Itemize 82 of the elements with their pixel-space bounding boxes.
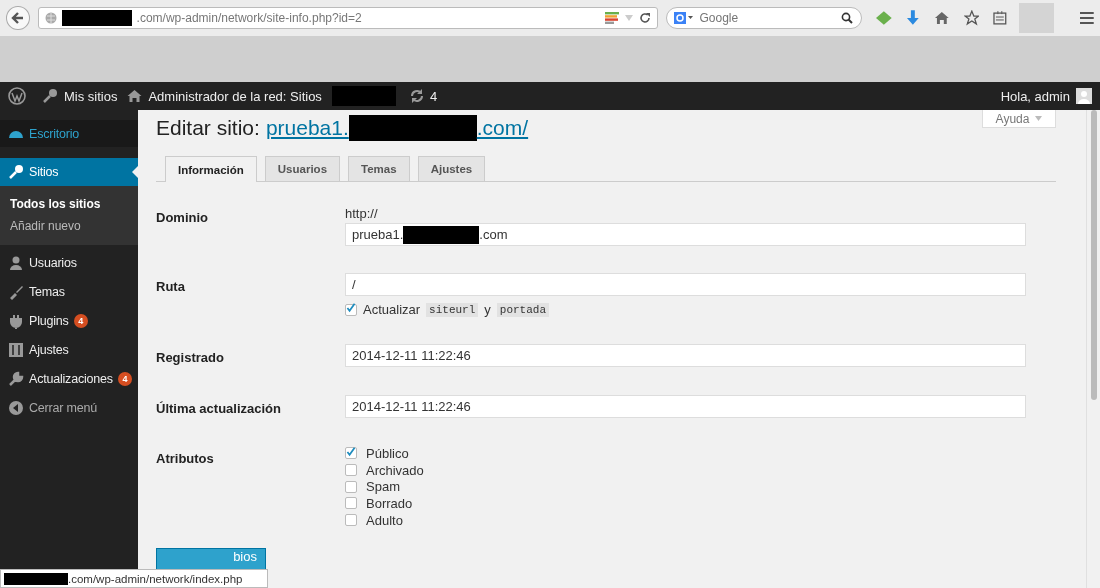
- field-label: Última actualización: [156, 400, 282, 418]
- account-link[interactable]: Hola, admin: [1000, 88, 1092, 104]
- home-icon: [127, 89, 143, 103]
- checkbox[interactable]: [345, 497, 357, 510]
- globe-icon: [44, 12, 57, 24]
- plug-icon: [8, 312, 24, 329]
- redacted-block: [331, 86, 396, 106]
- toolbar-placeholder: [1018, 3, 1055, 33]
- wrench-icon: [8, 370, 24, 387]
- tab[interactable]: Temas: [348, 156, 410, 181]
- url-text: .com/wp-admin/network/site-info.php?id=2: [136, 11, 362, 25]
- checkbox-label: Archivado: [366, 462, 424, 478]
- search-icon[interactable]: [841, 12, 854, 24]
- scrollbar-thumb[interactable]: [1090, 110, 1097, 400]
- updates-link[interactable]: 4: [409, 88, 438, 104]
- menu-item[interactable]: Cerrar menú: [0, 393, 138, 422]
- menu-icon[interactable]: [1080, 12, 1094, 24]
- person-icon: [8, 254, 24, 271]
- menu-item[interactable]: Usuarios: [0, 248, 138, 277]
- input-field[interactable]: /: [345, 273, 1026, 296]
- field-label: Registrado: [156, 349, 225, 367]
- feed-icon[interactable]: [876, 11, 893, 25]
- avatar-icon: [1076, 88, 1092, 104]
- submenu-item[interactable]: Añadir nuevo: [0, 215, 138, 237]
- google-icon: [674, 12, 695, 24]
- brush-icon: [8, 283, 24, 300]
- star-icon[interactable]: [963, 10, 980, 26]
- wordpress-icon[interactable]: [8, 87, 26, 105]
- menu-item[interactable]: Actualizaciones 4: [0, 364, 138, 393]
- checkbox-label: Público: [366, 445, 409, 461]
- my-sites-link[interactable]: Mis sitios: [42, 88, 118, 104]
- reload-icon[interactable]: [639, 12, 652, 24]
- home-icon[interactable]: [933, 11, 950, 25]
- code-text: siteurl: [426, 302, 479, 317]
- input-field[interactable]: prueba1. .com: [345, 223, 1026, 246]
- menu-item[interactable]: Escritorio: [0, 120, 138, 147]
- address-bar[interactable]: .com/wp-admin/network/site-info.php?id=2: [37, 7, 659, 29]
- tab[interactable]: Información: [165, 156, 257, 182]
- checkbox[interactable]: [345, 480, 357, 493]
- bars-icon: [605, 12, 620, 24]
- redacted-block: [61, 10, 132, 26]
- checkbox-label: Borrado: [366, 495, 413, 511]
- option-label: Actualizar: [363, 302, 421, 317]
- collapse-icon: [8, 399, 24, 416]
- code-text: portada: [496, 302, 549, 317]
- network-admin-link[interactable]: Administrador de la red: Sitios: [127, 88, 322, 104]
- count-badge: 4: [117, 371, 132, 386]
- refresh-icon: [409, 89, 424, 103]
- redacted-block: [4, 572, 68, 585]
- back-arrow-icon: [9, 10, 26, 26]
- input-field[interactable]: 2014-12-11 11:22:46: [345, 395, 1026, 418]
- back-button[interactable]: [6, 6, 30, 30]
- submenu-item[interactable]: Todos los sitios: [0, 193, 138, 215]
- key-icon: [42, 88, 58, 104]
- sliders-icon: [8, 341, 24, 358]
- input-field[interactable]: 2014-12-11 11:22:46: [345, 344, 1026, 367]
- checkbox[interactable]: [345, 514, 357, 527]
- checkbox[interactable]: [345, 303, 357, 316]
- field-label: Ruta: [156, 278, 186, 296]
- page-title: Editar sitio:: [156, 116, 260, 140]
- field-label: Atributos: [156, 450, 215, 468]
- menu-item[interactable]: Ajustes: [0, 335, 138, 364]
- tab[interactable]: Ajustes: [417, 156, 486, 181]
- tab[interactable]: Usuarios: [264, 156, 341, 181]
- checkbox[interactable]: [345, 464, 357, 477]
- checkbox-label: Spam: [366, 479, 400, 495]
- checkbox-label: Adulto: [366, 512, 403, 528]
- count-badge: 4: [73, 313, 88, 328]
- caret-icon: [1035, 116, 1043, 121]
- menu-item[interactable]: Temas: [0, 277, 138, 306]
- prefix-text: http://: [345, 206, 379, 221]
- menu-item[interactable]: Plugins 4: [0, 306, 138, 335]
- help-button[interactable]: Ayuda: [982, 110, 1056, 128]
- key-icon: [8, 164, 24, 180]
- option-label: y: [484, 302, 491, 317]
- field-label: Dominio: [156, 209, 209, 227]
- site-link[interactable]: prueba1. .com/: [265, 115, 529, 141]
- checkbox[interactable]: [345, 447, 357, 460]
- reader-icon[interactable]: [993, 11, 1007, 25]
- search-field[interactable]: Google: [666, 7, 863, 29]
- menu-item[interactable]: Sitios: [0, 158, 138, 186]
- download-icon[interactable]: [906, 10, 920, 26]
